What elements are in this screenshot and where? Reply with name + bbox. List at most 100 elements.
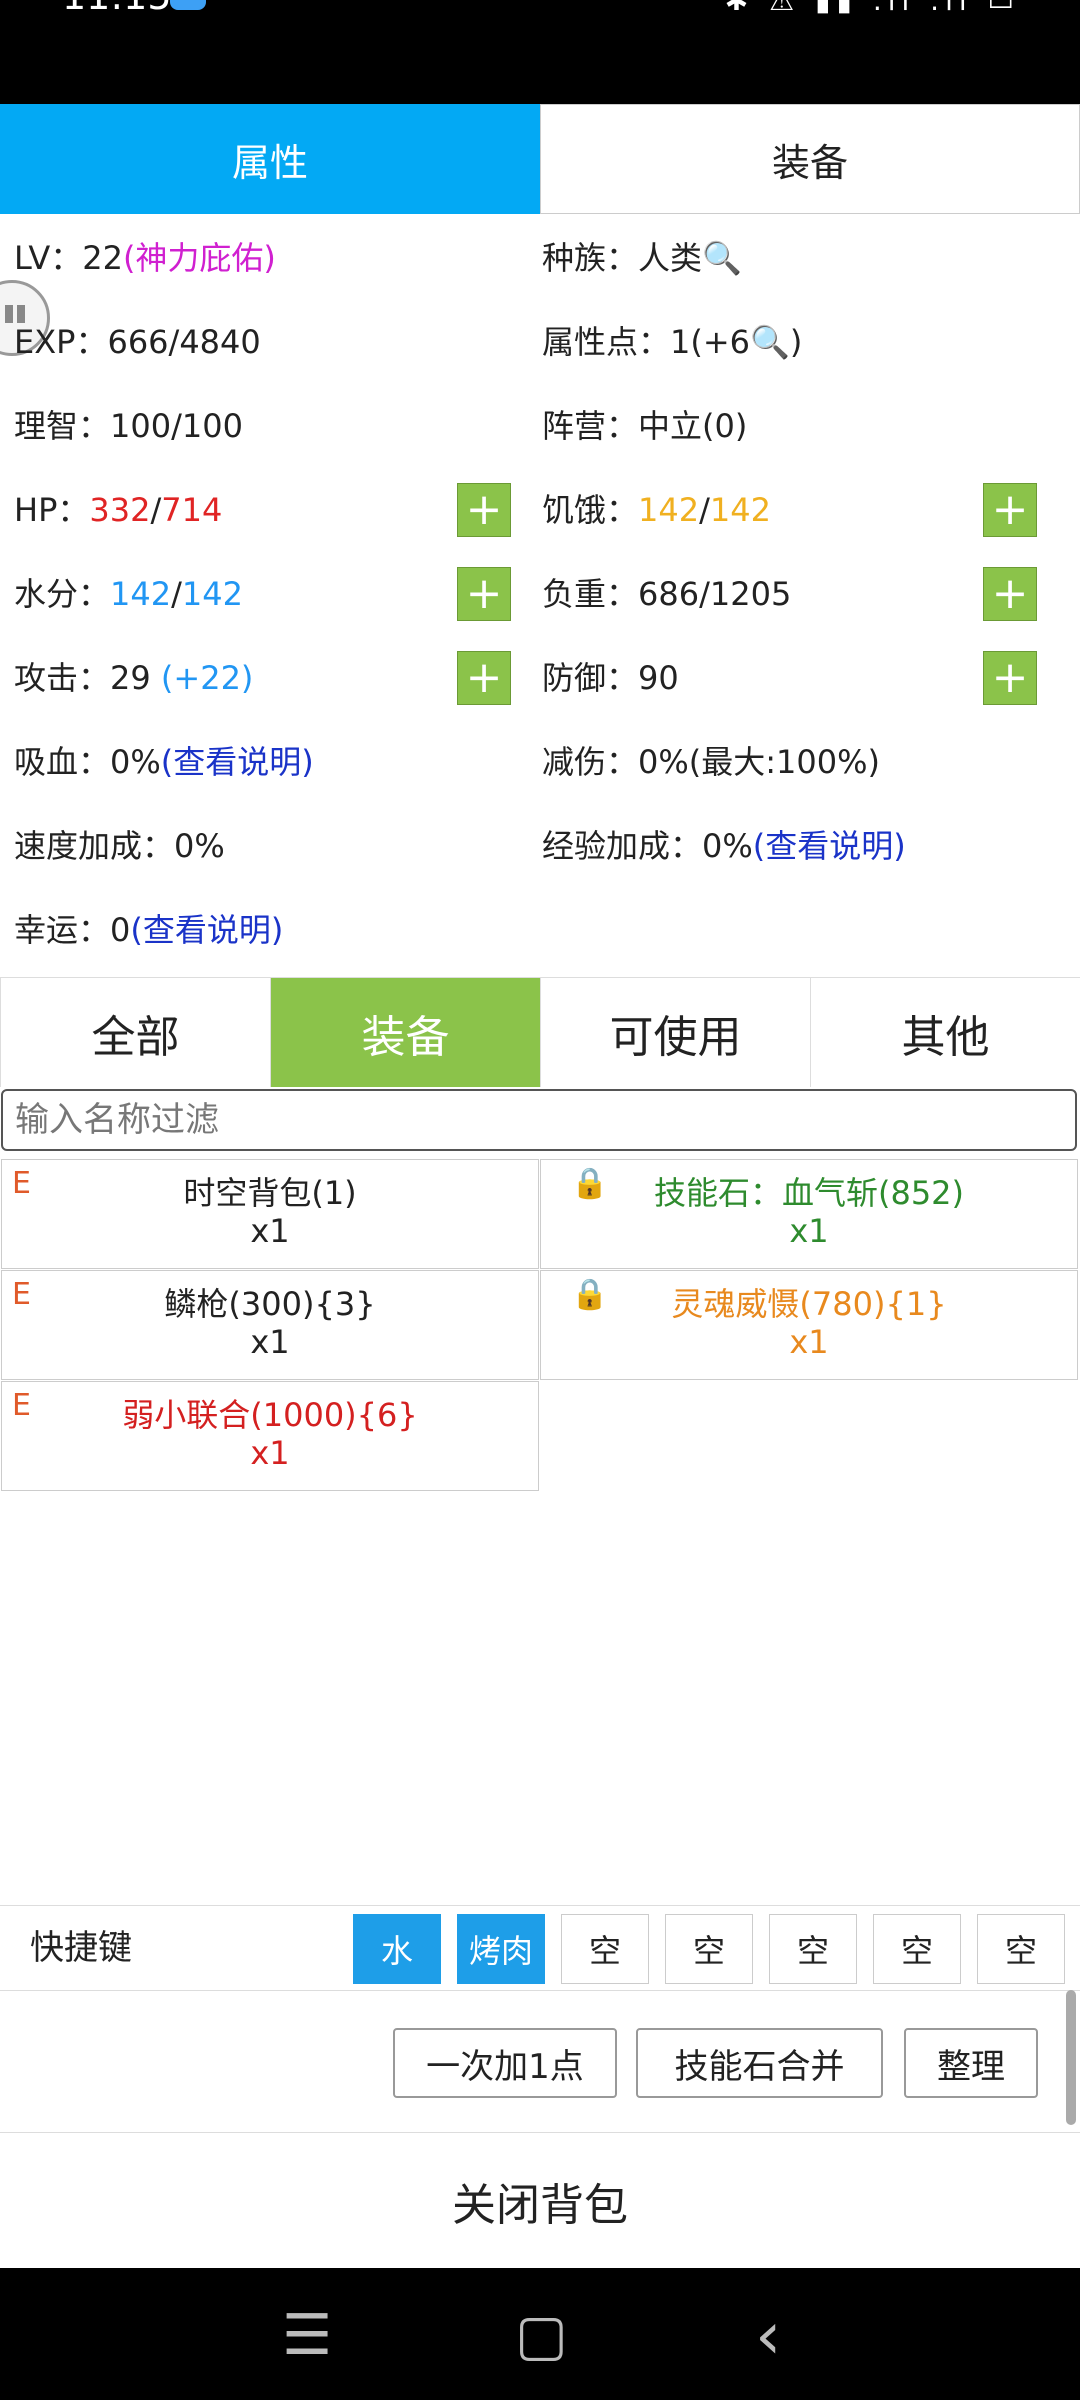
inventory-item[interactable]: 🔒 技能石：血气斩(852) x1 xyxy=(540,1159,1078,1269)
home-icon[interactable]: ▢ xyxy=(515,2308,568,2364)
stat-load-value: 686/1205 xyxy=(638,575,792,613)
inventory-item[interactable]: 🔒 灵魂威慑(780){1} x1 xyxy=(540,1270,1078,1380)
exp-bonus-info-link[interactable]: (查看说明) xyxy=(753,827,906,865)
cloud-icon xyxy=(170,0,206,10)
stat-race: 种族：人类🔍 xyxy=(542,216,742,300)
stat-hunger-label: 饥饿： xyxy=(542,491,639,529)
stat-exp-bonus: 经验加成：0%(查看说明) xyxy=(542,804,906,888)
stat-exp-bonus-value: 0% xyxy=(702,827,753,865)
water-plus-button[interactable]: + xyxy=(457,567,511,621)
stat-attack-value: 29 xyxy=(110,659,161,697)
category-tab-other[interactable]: 其他 xyxy=(810,977,1080,1087)
stat-speed: 速度加成：0% xyxy=(14,804,225,888)
stat-attack-label: 攻击： xyxy=(14,659,111,697)
add-one-point-button[interactable]: 一次加1点 xyxy=(393,2028,617,2098)
item-name: 灵魂威慑(780){1} xyxy=(671,1285,947,1323)
hotkey-slot[interactable]: 空 xyxy=(561,1914,649,1984)
category-tab-usable[interactable]: 可使用 xyxy=(540,977,810,1087)
stat-hunger-sep: / xyxy=(699,491,710,529)
category-tab-equipment[interactable]: 装备 xyxy=(270,977,540,1087)
inventory-item[interactable]: E 时空背包(1) x1 xyxy=(1,1159,539,1269)
hotkey-slot[interactable]: 水 xyxy=(353,1914,441,1984)
stat-faction-value: 中立(0) xyxy=(638,407,748,445)
load-plus-button[interactable]: + xyxy=(983,567,1037,621)
stat-water: 水分：142/142 xyxy=(14,552,243,636)
hp-plus-button[interactable]: + xyxy=(457,483,511,537)
defense-plus-button[interactable]: + xyxy=(983,651,1037,705)
sort-button[interactable]: 整理 xyxy=(904,2028,1038,2098)
stat-defense: 防御：90 xyxy=(542,636,679,720)
stat-sanity-label: 理智： xyxy=(14,407,111,445)
item-count: x1 xyxy=(789,1323,829,1361)
stat-level-value: 22 xyxy=(82,239,123,277)
luck-info-link[interactable]: (查看说明) xyxy=(130,911,283,949)
stat-hp-sep: / xyxy=(150,491,162,529)
stat-damage-reduction: 减伤：0%(最大:100%) xyxy=(542,720,880,804)
inventory-item[interactable]: E 鳞枪(300){3} x1 xyxy=(1,1270,539,1380)
hotkey-slot[interactable]: 空 xyxy=(977,1914,1065,1984)
hotkey-slot[interactable]: 烤肉 xyxy=(457,1914,545,1984)
stat-hp-max: 714 xyxy=(161,491,223,529)
stat-lifesteal-value: 0% xyxy=(110,743,161,781)
stat-exp-value: 666/4840 xyxy=(107,323,261,361)
item-name: 时空背包(1) xyxy=(183,1174,357,1212)
stat-race-value[interactable]: 人类🔍 xyxy=(638,239,742,277)
inventory-item[interactable]: E 弱小联合(1000){6} x1 xyxy=(1,1381,539,1491)
hotkey-slot[interactable]: 空 xyxy=(665,1914,753,1984)
stat-sanity-value: 100/100 xyxy=(110,407,243,445)
close-bag-button[interactable]: 关闭背包 xyxy=(0,2132,1080,2268)
stat-faction-label: 阵营： xyxy=(542,407,639,445)
hotkey-slot[interactable]: 空 xyxy=(873,1914,961,1984)
scrollbar[interactable] xyxy=(1066,1990,1076,2125)
stat-damage-reduction-label: 减伤： xyxy=(542,743,639,781)
hotkey-label: 快捷键 xyxy=(30,1928,132,1968)
attack-plus-button[interactable]: + xyxy=(457,651,511,705)
stat-hp-current: 332 xyxy=(89,491,151,529)
stat-water-current: 142 xyxy=(110,575,172,613)
stat-attr-points: 属性点：1(+6🔍) xyxy=(542,300,802,384)
stat-attack-bonus: (+22) xyxy=(160,659,254,697)
stat-speed-value: 0% xyxy=(174,827,225,865)
status-icons: ✱ ⚠ ▮▮ .ıl .ıl ▭ xyxy=(724,0,1020,17)
item-name: 鳞枪(300){3} xyxy=(164,1285,376,1323)
stat-exp-bonus-label: 经验加成： xyxy=(542,827,703,865)
item-count: x1 xyxy=(789,1212,829,1250)
stat-luck-label: 幸运： xyxy=(14,911,111,949)
tab-equipment[interactable]: 装备 xyxy=(540,104,1080,214)
stat-hunger: 饥饿：142/142 xyxy=(542,468,771,552)
back-icon[interactable]: ‹ xyxy=(755,2303,781,2369)
stat-exp: EXP：666/4840 xyxy=(14,300,261,384)
stat-luck-value: 0 xyxy=(110,911,131,949)
merge-skill-stones-button[interactable]: 技能石合并 xyxy=(636,2028,883,2098)
stat-defense-label: 防御： xyxy=(542,659,639,697)
menu-icon[interactable]: ☰ xyxy=(282,2308,332,2364)
stat-hunger-max: 142 xyxy=(709,491,771,529)
hunger-plus-button[interactable]: + xyxy=(983,483,1037,537)
stat-speed-label: 速度加成： xyxy=(14,827,175,865)
stat-attack: 攻击：29 (+22) xyxy=(14,636,253,720)
item-name: 技能石：血气斩(852) xyxy=(653,1174,965,1212)
hotkey-slot[interactable]: 空 xyxy=(769,1914,857,1984)
stat-water-label: 水分： xyxy=(14,575,111,613)
status-bar: 11:15 ✱ ⚠ ▮▮ .ıl .ıl ▭ xyxy=(0,0,1080,104)
filter-input[interactable] xyxy=(1,1089,1077,1151)
stat-exp-label: EXP： xyxy=(14,323,108,361)
stat-defense-value: 90 xyxy=(638,659,679,697)
item-count: x1 xyxy=(250,1323,290,1361)
stat-attr-points-value[interactable]: 1(+6🔍) xyxy=(670,323,802,361)
stat-race-label: 种族： xyxy=(542,239,639,277)
navigation-bar: ☰ ▢ ‹ xyxy=(0,2268,1080,2400)
tab-attributes[interactable]: 属性 xyxy=(0,104,540,214)
stat-water-max: 142 xyxy=(181,575,243,613)
lifesteal-info-link[interactable]: (查看说明) xyxy=(161,743,314,781)
stat-load: 负重：686/1205 xyxy=(542,552,791,636)
stat-attr-points-label: 属性点： xyxy=(542,323,671,361)
stat-hp-label: HP： xyxy=(14,491,90,529)
stat-hunger-current: 142 xyxy=(638,491,700,529)
stat-level-note: (神力庇佑) xyxy=(122,239,276,277)
stat-faction: 阵营：中立(0) xyxy=(542,384,747,468)
category-tab-all[interactable]: 全部 xyxy=(0,977,270,1087)
stat-water-sep: / xyxy=(171,575,182,613)
stat-lifesteal: 吸血：0%(查看说明) xyxy=(14,720,314,804)
item-name: 弱小联合(1000){6} xyxy=(122,1396,418,1434)
